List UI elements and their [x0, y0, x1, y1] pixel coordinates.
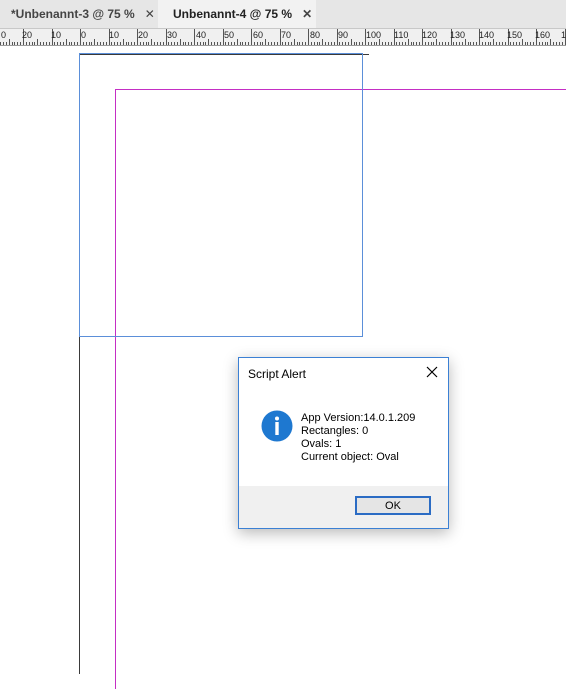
tab-unbenannt-3[interactable]: *Unbenannt-3 @ 75 % ✕ — [0, 0, 158, 28]
horizontal-ruler[interactable]: 0 20 10 0 10 20 30 40 50 60 70 80 90 100… — [0, 29, 566, 46]
dialog-title: Script Alert — [248, 367, 307, 381]
ruler-label: 50 — [224, 30, 235, 40]
ruler-label: 40 — [196, 30, 207, 40]
alert-message: App Version:14.0.1.209 Rectangles: 0 Ova… — [301, 412, 415, 464]
ruler-label: 0 — [81, 30, 87, 40]
dialog-footer: OK — [239, 486, 448, 528]
ruler-label: 30 — [167, 30, 178, 40]
ruler-label: 140 — [479, 30, 495, 40]
ruler-label: 110 — [394, 30, 409, 40]
ruler-label: 100 — [366, 30, 382, 40]
tab-unbenannt-4[interactable]: Unbenannt-4 @ 75 % ✕ — [158, 0, 316, 28]
message-line-current-object: Current object: Oval — [301, 451, 399, 463]
message-line-app-version: App Version:14.0.1.209 — [301, 412, 416, 424]
document-tab-bar: *Unbenannt-3 @ 75 % ✕ Unbenannt-4 @ 75 %… — [0, 0, 566, 29]
close-icon[interactable] — [422, 362, 442, 382]
ruler-label: 10 — [109, 30, 120, 40]
ruler-label: 90 — [338, 30, 349, 40]
ruler-label: 150 — [507, 30, 523, 40]
ruler-label: 120 — [422, 30, 438, 40]
ruler-label: 1 — [561, 30, 566, 40]
ruler-label: 130 — [450, 30, 466, 40]
tab-title: Unbenannt-4 @ 75 % — [173, 7, 293, 21]
script-alert-dialog: Script Alert App Version:14.0.1.209 Rect… — [238, 357, 449, 529]
ruler-label: 160 — [535, 30, 551, 40]
ok-button[interactable]: OK — [355, 496, 431, 515]
close-tab-icon[interactable]: ✕ — [145, 7, 155, 21]
ruler-label: 0 — [1, 30, 7, 40]
ruler-label: 20 — [22, 30, 33, 40]
ruler-label: 10 — [51, 30, 62, 40]
ruler-label: 80 — [310, 30, 321, 40]
ruler-label: 70 — [281, 30, 292, 40]
tab-title: *Unbenannt-3 @ 75 % — [11, 7, 135, 21]
message-line-rectangles: Rectangles: 0 — [301, 425, 369, 437]
ruler-label: 60 — [253, 30, 264, 40]
info-icon — [261, 410, 293, 442]
message-line-ovals: Ovals: 1 — [301, 438, 342, 450]
close-tab-icon[interactable]: ✕ — [302, 7, 312, 21]
selected-frame[interactable] — [79, 53, 363, 337]
ruler-label: 20 — [138, 30, 149, 40]
